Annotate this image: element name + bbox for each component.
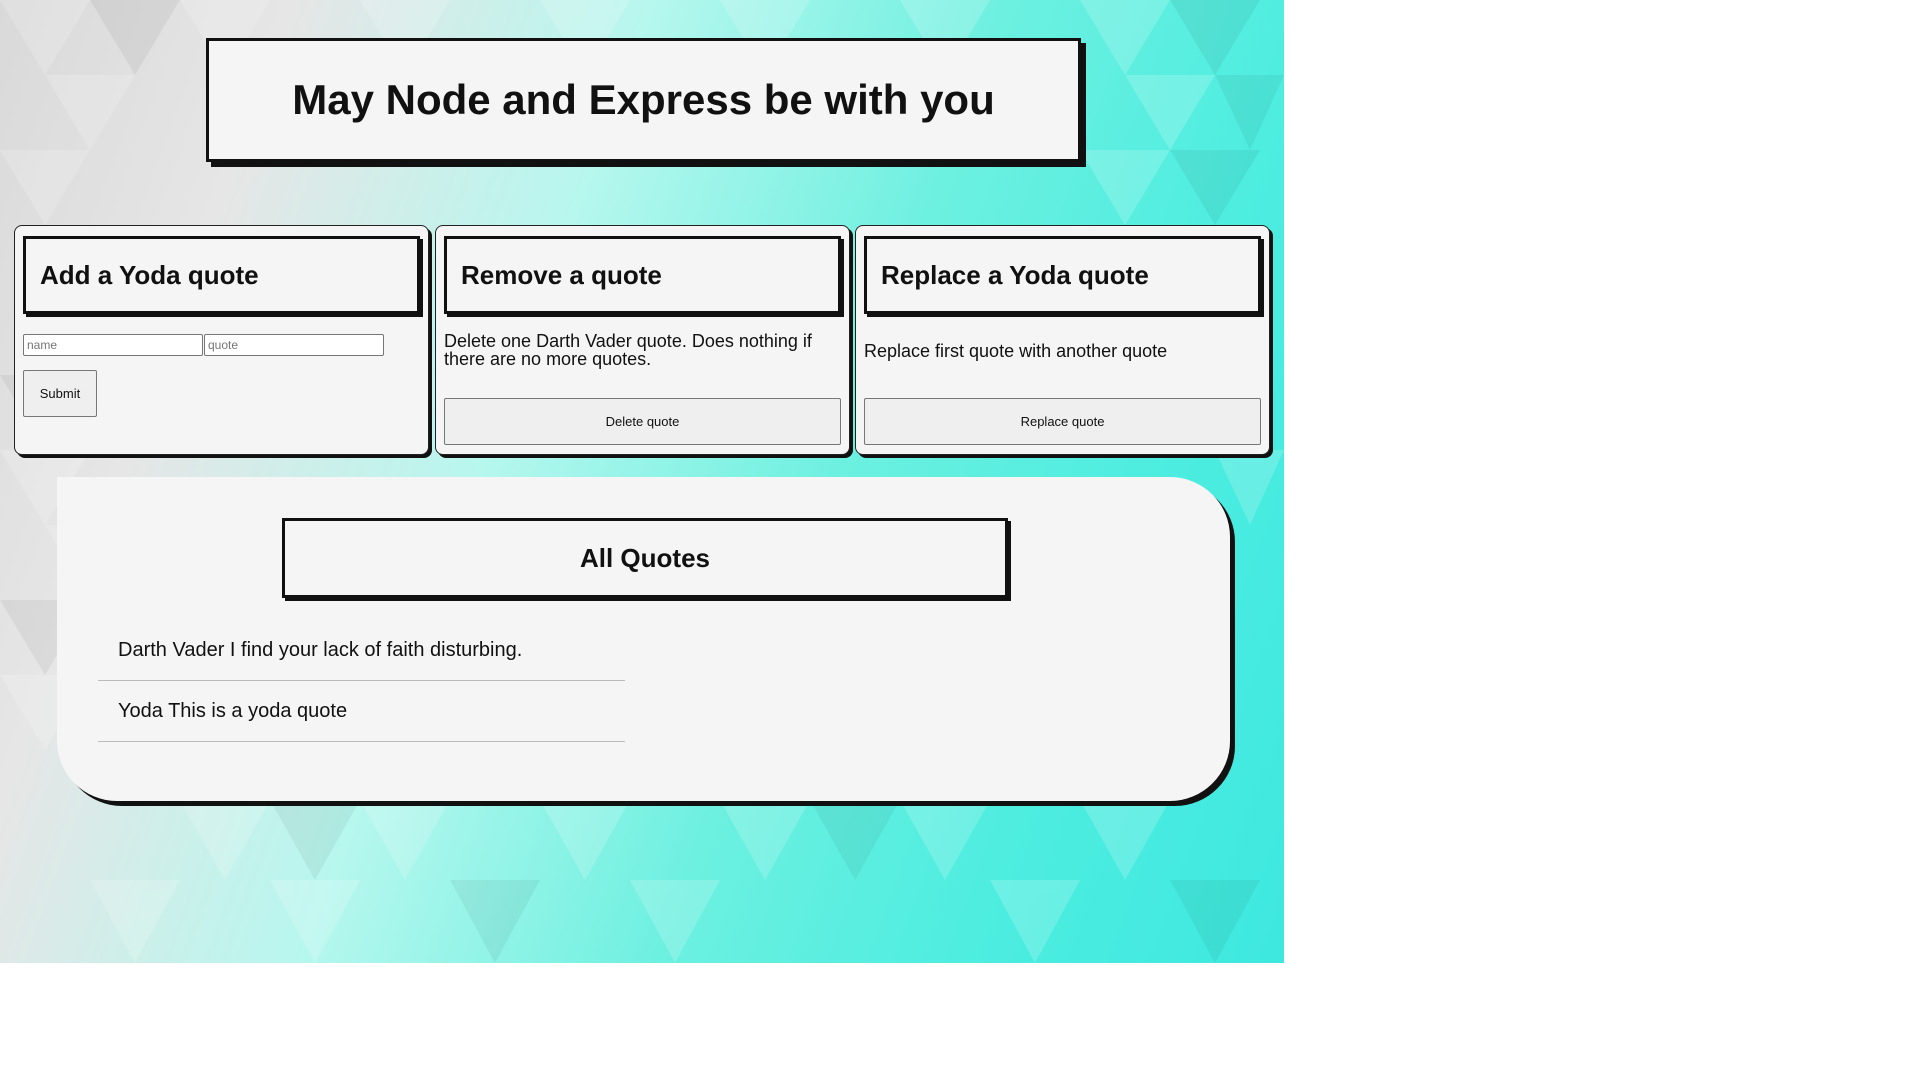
name-input[interactable]: [23, 334, 203, 356]
add-quote-panel: Add a Yoda quote Submit: [14, 225, 429, 455]
delete-quote-button[interactable]: Delete quote: [444, 398, 841, 445]
replace-quote-heading: Replace a Yoda quote: [864, 236, 1261, 314]
submit-button[interactable]: Submit: [23, 370, 97, 417]
add-quote-heading: Add a Yoda quote: [23, 236, 420, 314]
replace-quote-description: Replace first quote with another quote: [864, 341, 1168, 361]
all-quotes-heading: All Quotes: [282, 518, 1008, 598]
quote-input[interactable]: [204, 334, 384, 356]
quotes-list: Darth Vader I find your lack of faith di…: [98, 620, 625, 742]
replace-quote-panel: Replace a Yoda quote Replace first quote…: [855, 225, 1270, 455]
remove-quote-description: Delete one Darth Vader quote. Does nothi…: [444, 331, 812, 369]
all-quotes-panel: All Quotes Darth Vader I find your lack …: [57, 477, 1230, 801]
remove-quote-panel: Remove a quote Delete one Darth Vader qu…: [435, 225, 850, 455]
page-header: May Node and Express be with you: [206, 38, 1081, 162]
quote-list-item: Darth Vader I find your lack of faith di…: [98, 620, 625, 681]
remove-quote-heading: Remove a quote: [444, 236, 841, 314]
page-title: May Node and Express be with you: [292, 76, 995, 123]
quote-list-item: Yoda This is a yoda quote: [98, 681, 625, 742]
replace-quote-button[interactable]: Replace quote: [864, 398, 1261, 445]
